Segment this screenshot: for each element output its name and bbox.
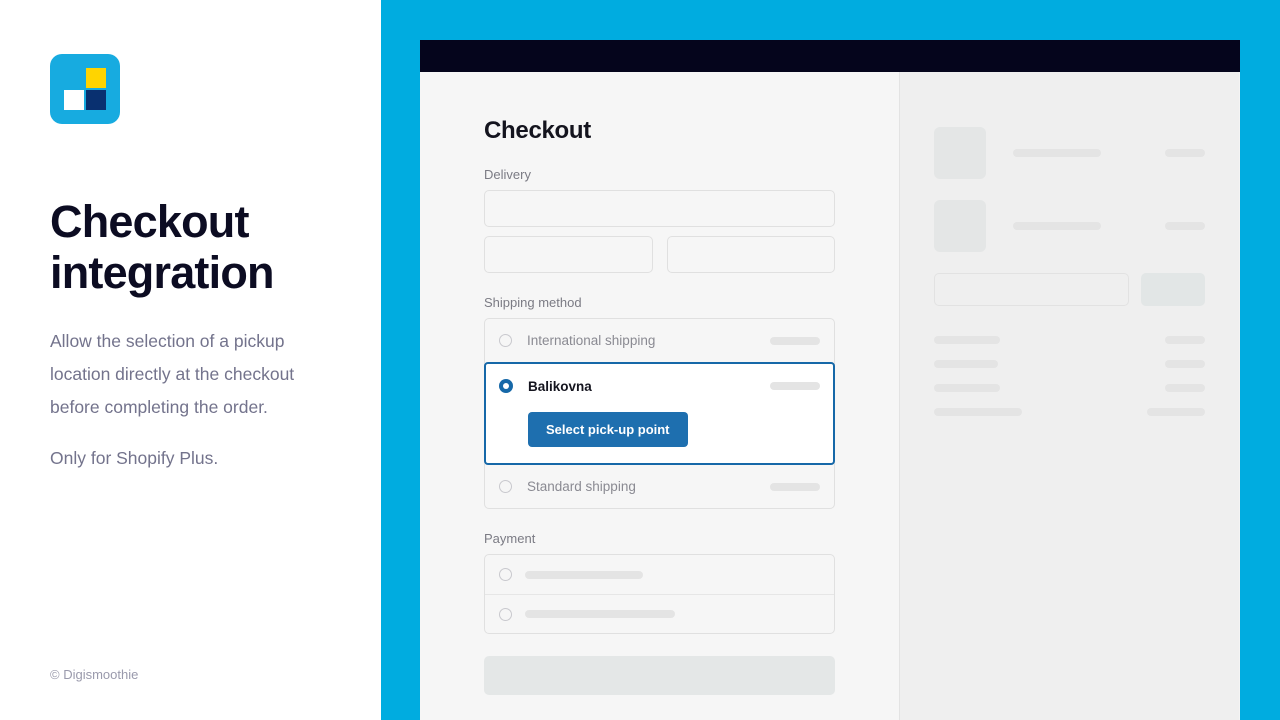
shipping-option-label: Standard shipping xyxy=(527,479,636,494)
description-paragraph-secondary: Only for Shopify Plus. xyxy=(50,448,219,468)
order-summary-column xyxy=(900,72,1239,720)
description-paragraph-primary: Allow the selection of a pickup location… xyxy=(50,331,295,417)
logo-square-yellow xyxy=(86,68,106,88)
total-label-placeholder xyxy=(934,360,998,368)
summary-total-row xyxy=(934,384,1205,392)
shipping-option-balikovna[interactable]: Balikovna Select pick-up point xyxy=(484,362,835,465)
checkout-mockup: Checkout Delivery Shipping method Intern… xyxy=(420,40,1240,720)
total-label-placeholder xyxy=(934,336,1000,344)
total-value-placeholder xyxy=(1165,336,1205,344)
summary-total-row xyxy=(934,360,1205,368)
summary-grand-total-row xyxy=(934,408,1205,416)
product-name-placeholder xyxy=(1013,222,1101,230)
delivery-section-label: Delivery xyxy=(484,167,531,182)
page-title: Checkout integration xyxy=(50,196,331,298)
page-title-line1: Checkout xyxy=(50,196,249,247)
shipping-price-placeholder xyxy=(770,382,820,390)
summary-line-item xyxy=(934,200,1205,252)
logo-square-navy xyxy=(86,90,106,110)
radio-icon[interactable] xyxy=(499,334,512,347)
shipping-price-placeholder xyxy=(770,336,820,345)
apply-discount-button[interactable] xyxy=(1141,273,1205,306)
shipping-option-label: International shipping xyxy=(527,333,656,348)
discount-code-row xyxy=(934,273,1205,306)
shipping-price-placeholder xyxy=(770,482,820,491)
payment-option-placeholder xyxy=(525,570,643,579)
shipping-section-label: Shipping method xyxy=(484,295,582,310)
radio-checked-icon[interactable] xyxy=(499,379,513,393)
summary-total-row xyxy=(934,336,1205,344)
copyright-notice: © Digismoothie xyxy=(50,667,139,682)
grand-total-value-placeholder xyxy=(1147,408,1205,416)
product-thumbnail-placeholder xyxy=(934,200,986,252)
payment-method-group xyxy=(484,554,835,634)
product-price-placeholder xyxy=(1165,149,1205,157)
total-value-placeholder xyxy=(1165,360,1205,368)
shipping-option-balikovna-header[interactable]: Balikovna xyxy=(499,364,820,408)
shipping-option-international[interactable]: International shipping xyxy=(485,319,834,362)
logo-square-white xyxy=(64,90,84,110)
product-thumbnail-placeholder xyxy=(934,127,986,179)
shipping-option-label: Balikovna xyxy=(528,378,592,394)
mockup-body: Checkout Delivery Shipping method Intern… xyxy=(420,72,1240,720)
shipping-method-group: International shipping Balikovna Select … xyxy=(484,318,835,509)
submit-order-button-placeholder[interactable] xyxy=(484,656,835,695)
marketing-panel: Checkout integration Allow the selection… xyxy=(0,0,381,720)
discount-code-input[interactable] xyxy=(934,273,1129,306)
digismoothie-logo xyxy=(50,54,120,124)
city-field[interactable] xyxy=(484,236,653,273)
delivery-field-row xyxy=(484,236,835,273)
select-pickup-point-button[interactable]: Select pick-up point xyxy=(528,412,688,447)
grand-total-label-placeholder xyxy=(934,408,1022,416)
payment-section-label: Payment xyxy=(484,531,536,546)
payment-option-placeholder xyxy=(525,610,675,618)
radio-icon[interactable] xyxy=(499,607,512,621)
summary-line-item xyxy=(934,127,1205,179)
checkout-form-column: Checkout Delivery Shipping method Intern… xyxy=(420,72,900,720)
total-label-placeholder xyxy=(934,384,1000,392)
payment-option-row[interactable] xyxy=(485,555,834,594)
radio-icon[interactable] xyxy=(499,568,512,581)
shipping-option-standard[interactable]: Standard shipping xyxy=(485,465,834,508)
address-field[interactable] xyxy=(484,190,835,227)
payment-option-row[interactable] xyxy=(485,594,834,633)
product-name-placeholder xyxy=(1013,149,1101,157)
total-value-placeholder xyxy=(1165,384,1205,392)
product-price-placeholder xyxy=(1165,222,1205,230)
page-title-line2: integration xyxy=(50,247,275,298)
radio-icon[interactable] xyxy=(499,480,512,493)
postal-code-field[interactable] xyxy=(666,236,835,273)
checkout-heading: Checkout xyxy=(484,117,591,144)
mockup-browser-topbar xyxy=(420,40,1240,72)
